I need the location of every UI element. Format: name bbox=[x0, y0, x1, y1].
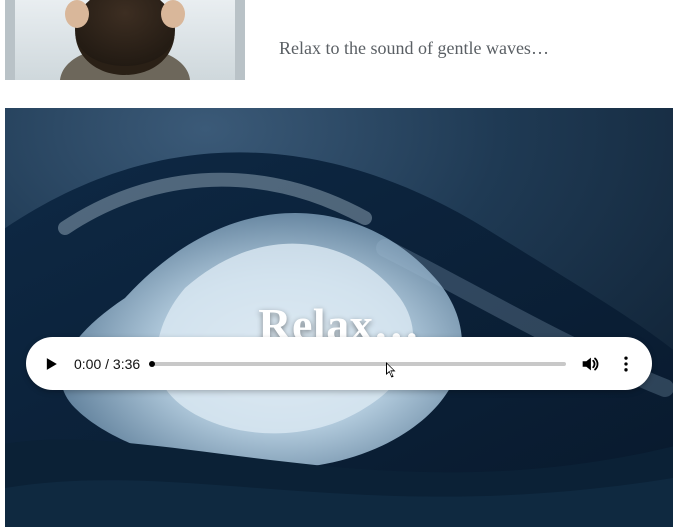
audio-current-time: 0:00 bbox=[74, 356, 101, 372]
top-caption: Relax to the sound of gentle waves… bbox=[279, 35, 549, 62]
volume-button[interactable] bbox=[578, 352, 602, 376]
play-button[interactable] bbox=[40, 353, 62, 375]
seek-bar[interactable] bbox=[152, 362, 566, 366]
audio-time: 0:00 / 3:36 bbox=[74, 356, 140, 372]
audio-duration: 3:36 bbox=[113, 356, 140, 372]
play-icon bbox=[41, 354, 61, 374]
volume-icon bbox=[579, 353, 601, 375]
audio-player: 0:00 / 3:36 bbox=[26, 337, 652, 390]
hero-panel: Relax… 0:00 / 3:36 bbox=[5, 108, 673, 527]
seek-knob[interactable] bbox=[149, 361, 155, 367]
more-vertical-icon bbox=[616, 354, 636, 374]
more-button[interactable] bbox=[614, 352, 638, 376]
top-thumbnail bbox=[5, 0, 245, 80]
top-row: Relax to the sound of gentle waves… bbox=[0, 0, 680, 80]
